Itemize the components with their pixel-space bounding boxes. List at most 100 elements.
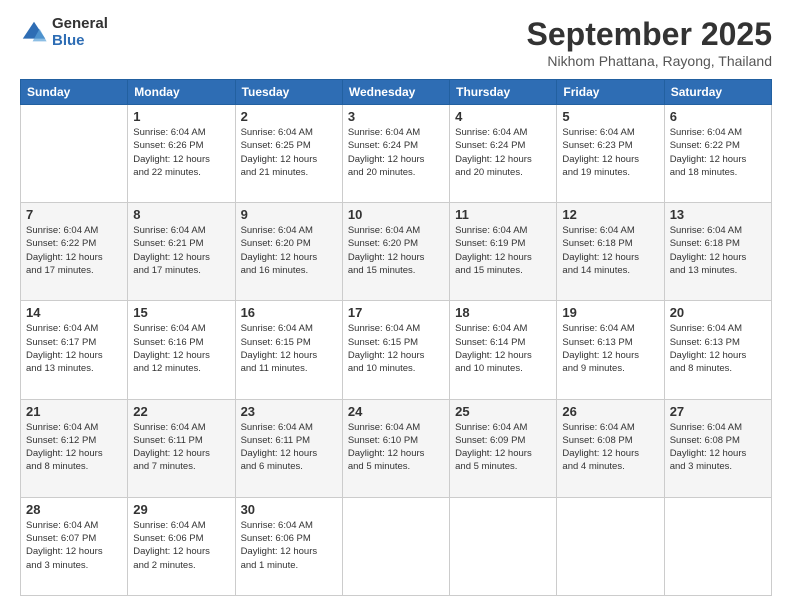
day-info: Sunrise: 6:04 AMSunset: 6:21 PMDaylight:… bbox=[133, 224, 229, 277]
table-row: 1 Sunrise: 6:04 AMSunset: 6:26 PMDaylight… bbox=[128, 105, 235, 203]
calendar-header-row: Sunday Monday Tuesday Wednesday Thursday… bbox=[21, 80, 772, 105]
calendar-week-1: 1 Sunrise: 6:04 AMSunset: 6:26 PMDaylight… bbox=[21, 105, 772, 203]
table-row: 25Sunrise: 6:04 AMSunset: 6:09 PMDayligh… bbox=[450, 399, 557, 497]
table-row: 28 Sunrise: 6:04 AMSunset: 6:07 PMDayligh… bbox=[21, 497, 128, 595]
table-row: 7 Sunrise: 6:04 AMSunset: 6:22 PMDaylight… bbox=[21, 203, 128, 301]
table-row: 23 Sunrise: 6:04 AMSunset: 6:11 PMDayligh… bbox=[235, 399, 342, 497]
location: Nikhom Phattana, Rayong, Thailand bbox=[527, 53, 772, 69]
day-number: 12 bbox=[562, 207, 658, 222]
day-info: Sunrise: 6:04 AMSunset: 6:07 PMDaylight:… bbox=[26, 519, 122, 572]
table-row: 18 Sunrise: 6:04 AMSunset: 6:14 PMDayligh… bbox=[450, 301, 557, 399]
day-info: Sunrise: 6:04 AMSunset: 6:09 PMDaylight:… bbox=[455, 421, 551, 474]
day-info: Sunrise: 6:04 AMSunset: 6:23 PMDaylight:… bbox=[562, 126, 658, 179]
table-row: 21 Sunrise: 6:04 AMSunset: 6:12 PMDayligh… bbox=[21, 399, 128, 497]
day-number: 11 bbox=[455, 207, 551, 222]
day-number: 9 bbox=[241, 207, 337, 222]
day-info: Sunrise: 6:04 AMSunset: 6:24 PMDaylight:… bbox=[455, 126, 551, 179]
table-row: 16 Sunrise: 6:04 AMSunset: 6:15 PMDayligh… bbox=[235, 301, 342, 399]
calendar-week-3: 14 Sunrise: 6:04 AMSunset: 6:17 PMDayligh… bbox=[21, 301, 772, 399]
table-row bbox=[557, 497, 664, 595]
table-row: 19 Sunrise: 6:04 AMSunset: 6:13 PMDayligh… bbox=[557, 301, 664, 399]
day-number: 23 bbox=[241, 404, 337, 419]
table-row: 13Sunrise: 6:04 AMSunset: 6:18 PMDayligh… bbox=[664, 203, 771, 301]
header: General Blue September 2025 Nikhom Phatt… bbox=[20, 16, 772, 69]
day-number: 8 bbox=[133, 207, 229, 222]
day-number: 5 bbox=[562, 109, 658, 124]
table-row: 3 Sunrise: 6:04 AMSunset: 6:24 PMDaylight… bbox=[342, 105, 449, 203]
table-row bbox=[664, 497, 771, 595]
header-sunday: Sunday bbox=[21, 80, 128, 105]
table-row: 26Sunrise: 6:04 AMSunset: 6:08 PMDayligh… bbox=[557, 399, 664, 497]
day-number: 10 bbox=[348, 207, 444, 222]
day-info: Sunrise: 6:04 AMSunset: 6:20 PMDaylight:… bbox=[241, 224, 337, 277]
table-row: 12Sunrise: 6:04 AMSunset: 6:18 PMDayligh… bbox=[557, 203, 664, 301]
header-wednesday: Wednesday bbox=[342, 80, 449, 105]
calendar-table: Sunday Monday Tuesday Wednesday Thursday… bbox=[20, 79, 772, 596]
calendar-body: 1 Sunrise: 6:04 AMSunset: 6:26 PMDaylight… bbox=[21, 105, 772, 596]
day-info: Sunrise: 6:04 AMSunset: 6:25 PMDaylight:… bbox=[241, 126, 337, 179]
day-number: 21 bbox=[26, 404, 122, 419]
header-thursday: Thursday bbox=[450, 80, 557, 105]
day-number: 28 bbox=[26, 502, 122, 517]
table-row: 22Sunrise: 6:04 AMSunset: 6:11 PMDayligh… bbox=[128, 399, 235, 497]
header-monday: Monday bbox=[128, 80, 235, 105]
day-number: 17 bbox=[348, 305, 444, 320]
day-number: 3 bbox=[348, 109, 444, 124]
day-info: Sunrise: 6:04 AMSunset: 6:24 PMDaylight:… bbox=[348, 126, 444, 179]
table-row: 14 Sunrise: 6:04 AMSunset: 6:17 PMDayligh… bbox=[21, 301, 128, 399]
logo: General Blue bbox=[20, 16, 108, 49]
day-info: Sunrise: 6:04 AMSunset: 6:12 PMDaylight:… bbox=[26, 421, 122, 474]
table-row: 4 Sunrise: 6:04 AMSunset: 6:24 PMDaylight… bbox=[450, 105, 557, 203]
day-info: Sunrise: 6:04 AMSunset: 6:10 PMDaylight:… bbox=[348, 421, 444, 474]
day-info: Sunrise: 6:04 AMSunset: 6:17 PMDaylight:… bbox=[26, 322, 122, 375]
table-row: 17 Sunrise: 6:04 AMSunset: 6:15 PMDayligh… bbox=[342, 301, 449, 399]
day-number: 2 bbox=[241, 109, 337, 124]
day-info: Sunrise: 6:04 AMSunset: 6:15 PMDaylight:… bbox=[241, 322, 337, 375]
day-info: Sunrise: 6:04 AMSunset: 6:18 PMDaylight:… bbox=[670, 224, 766, 277]
day-number: 1 bbox=[133, 109, 229, 124]
title-section: September 2025 Nikhom Phattana, Rayong, … bbox=[527, 16, 772, 69]
day-number: 6 bbox=[670, 109, 766, 124]
logo-general-text: General bbox=[52, 16, 108, 33]
day-number: 27 bbox=[670, 404, 766, 419]
table-row: 24 Sunrise: 6:04 AMSunset: 6:10 PMDayligh… bbox=[342, 399, 449, 497]
month-title: September 2025 bbox=[527, 16, 772, 53]
table-row: 27 Sunrise: 6:04 AMSunset: 6:08 PMDayligh… bbox=[664, 399, 771, 497]
day-info: Sunrise: 6:04 AMSunset: 6:26 PMDaylight:… bbox=[133, 126, 229, 179]
table-row: 15Sunrise: 6:04 AMSunset: 6:16 PMDayligh… bbox=[128, 301, 235, 399]
table-row: 6Sunrise: 6:04 AMSunset: 6:22 PMDaylight… bbox=[664, 105, 771, 203]
logo-text: General Blue bbox=[52, 16, 108, 49]
logo-blue-text: Blue bbox=[52, 33, 108, 50]
day-number: 24 bbox=[348, 404, 444, 419]
table-row: 10 Sunrise: 6:04 AMSunset: 6:20 PMDayligh… bbox=[342, 203, 449, 301]
table-row: 29Sunrise: 6:04 AMSunset: 6:06 PMDayligh… bbox=[128, 497, 235, 595]
logo-icon bbox=[20, 19, 48, 47]
table-row: 2 Sunrise: 6:04 AMSunset: 6:25 PMDaylight… bbox=[235, 105, 342, 203]
day-info: Sunrise: 6:04 AMSunset: 6:13 PMDaylight:… bbox=[562, 322, 658, 375]
day-number: 18 bbox=[455, 305, 551, 320]
day-number: 26 bbox=[562, 404, 658, 419]
table-row bbox=[21, 105, 128, 203]
day-info: Sunrise: 6:04 AMSunset: 6:11 PMDaylight:… bbox=[133, 421, 229, 474]
table-row: 8 Sunrise: 6:04 AMSunset: 6:21 PMDaylight… bbox=[128, 203, 235, 301]
day-number: 19 bbox=[562, 305, 658, 320]
header-friday: Friday bbox=[557, 80, 664, 105]
table-row: 9 Sunrise: 6:04 AMSunset: 6:20 PMDaylight… bbox=[235, 203, 342, 301]
calendar-week-2: 7 Sunrise: 6:04 AMSunset: 6:22 PMDaylight… bbox=[21, 203, 772, 301]
day-info: Sunrise: 6:04 AMSunset: 6:20 PMDaylight:… bbox=[348, 224, 444, 277]
day-number: 4 bbox=[455, 109, 551, 124]
header-saturday: Saturday bbox=[664, 80, 771, 105]
day-info: Sunrise: 6:04 AMSunset: 6:08 PMDaylight:… bbox=[670, 421, 766, 474]
day-info: Sunrise: 6:04 AMSunset: 6:14 PMDaylight:… bbox=[455, 322, 551, 375]
day-info: Sunrise: 6:04 AMSunset: 6:11 PMDaylight:… bbox=[241, 421, 337, 474]
table-row: 30Sunrise: 6:04 AMSunset: 6:06 PMDayligh… bbox=[235, 497, 342, 595]
day-number: 16 bbox=[241, 305, 337, 320]
day-number: 29 bbox=[133, 502, 229, 517]
day-info: Sunrise: 6:04 AMSunset: 6:06 PMDaylight:… bbox=[241, 519, 337, 572]
table-row: 5 Sunrise: 6:04 AMSunset: 6:23 PMDaylight… bbox=[557, 105, 664, 203]
day-number: 14 bbox=[26, 305, 122, 320]
day-info: Sunrise: 6:04 AMSunset: 6:22 PMDaylight:… bbox=[26, 224, 122, 277]
calendar-week-5: 28 Sunrise: 6:04 AMSunset: 6:07 PMDayligh… bbox=[21, 497, 772, 595]
day-info: Sunrise: 6:04 AMSunset: 6:15 PMDaylight:… bbox=[348, 322, 444, 375]
day-number: 7 bbox=[26, 207, 122, 222]
